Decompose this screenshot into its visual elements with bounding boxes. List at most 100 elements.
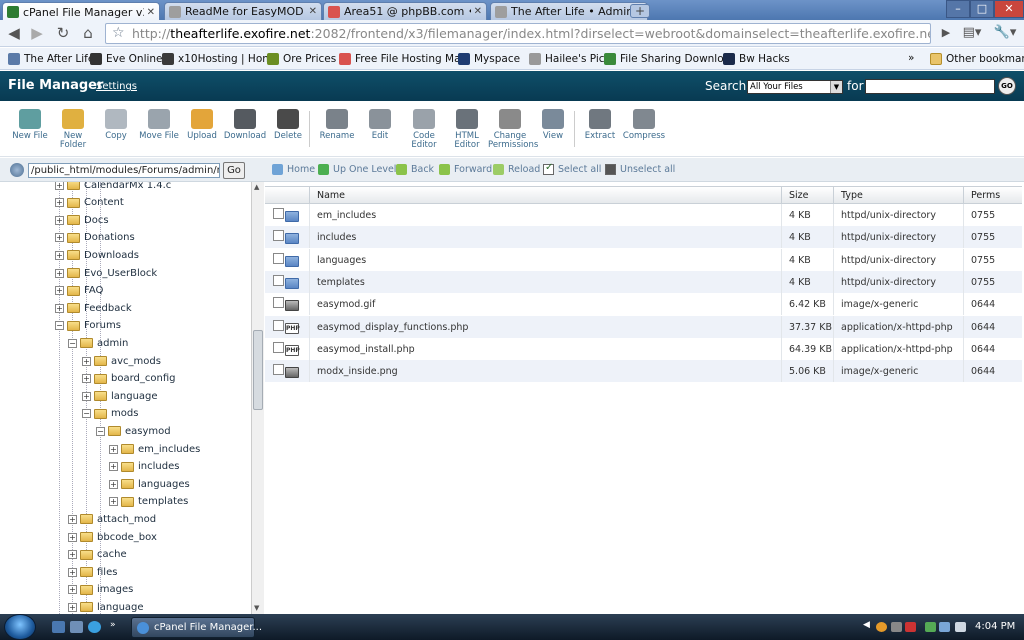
table-row[interactable]: includes 4 KB httpd/unix-directory 0755 — [265, 226, 1022, 249]
column-size[interactable]: Size — [789, 190, 809, 201]
bookmark-item[interactable]: File Sharing Downlo... — [604, 51, 733, 67]
expand-icon[interactable]: + — [109, 462, 118, 472]
new-folder-button[interactable]: New Folder — [51, 109, 95, 150]
expand-icon[interactable]: + — [55, 215, 64, 225]
close-tab-icon[interactable]: ✕ — [474, 6, 482, 17]
expand-icon[interactable]: + — [82, 391, 91, 401]
bookmark-item[interactable]: Myspace — [458, 51, 520, 67]
column-type[interactable]: Type — [841, 190, 863, 201]
row-checkbox[interactable] — [273, 252, 284, 264]
file-name[interactable]: templates — [317, 277, 365, 288]
tree-scrollbar[interactable]: ▲ ▼ — [251, 182, 264, 614]
bookmark-item[interactable]: Ore Prices — [267, 51, 336, 67]
tree-node[interactable]: + Feedback — [55, 301, 132, 315]
tab-1[interactable]: cPanel File Manager v3 ✕ — [2, 2, 160, 21]
internet-explorer-icon[interactable] — [88, 621, 101, 633]
path-input[interactable]: /public_html/modules/Forums/admin/mo — [28, 163, 220, 178]
row-checkbox[interactable] — [273, 208, 284, 219]
start-button[interactable] — [4, 614, 36, 640]
tree-node[interactable]: + images — [68, 583, 133, 597]
change-permissions-button[interactable]: Change Permissions — [488, 109, 538, 150]
table-row[interactable]: PHP easymod_display_functions.php 37.37 KB… — [265, 315, 1022, 338]
file-name[interactable]: modx_inside.png — [317, 366, 398, 377]
tab-2[interactable]: ReadMe for EasyMOD ✕ — [164, 2, 322, 20]
tree-node[interactable]: + Downloads — [55, 248, 139, 262]
column-name[interactable]: Name — [317, 190, 345, 201]
tree-node[interactable]: + avc_mods — [82, 354, 161, 368]
tree-scroll-thumb[interactable] — [253, 330, 263, 410]
download-button[interactable]: Download — [223, 109, 267, 141]
expand-icon[interactable]: + — [55, 198, 64, 208]
bookmarks-overflow-icon[interactable]: » — [908, 50, 914, 66]
tree-node[interactable]: + bbcode_box — [68, 530, 157, 544]
expand-icon[interactable]: + — [68, 550, 77, 560]
expand-icon[interactable]: + — [68, 514, 77, 524]
expand-icon[interactable]: + — [82, 374, 91, 384]
expand-icon[interactable]: + — [68, 585, 77, 595]
bookmark-item[interactable]: Eve Online — [90, 51, 163, 67]
bookmark-star-icon[interactable]: ☆ — [112, 24, 125, 43]
row-checkbox[interactable] — [273, 341, 284, 353]
maximize-icon[interactable]: □ — [970, 0, 994, 18]
home-icon[interactable]: ⌂ — [78, 24, 98, 43]
file-name[interactable]: easymod_display_functions.php — [317, 322, 468, 333]
tree-node[interactable]: + language — [68, 600, 144, 614]
file-name[interactable]: em_includes — [317, 210, 376, 221]
expand-icon[interactable]: + — [109, 497, 118, 507]
taskbar-item-chrome[interactable]: cPanel File Manager... — [131, 617, 262, 638]
expand-icon[interactable]: + — [55, 233, 64, 243]
column-perms[interactable]: Perms — [971, 190, 1000, 201]
expand-icon[interactable]: + — [109, 444, 118, 454]
file-name[interactable]: easymod.gif — [317, 299, 375, 310]
unselect-all-button[interactable]: Unselect all — [605, 164, 675, 175]
delete-button[interactable]: Delete — [266, 109, 310, 141]
file-name[interactable]: easymod_install.php — [317, 344, 415, 355]
expand-icon[interactable]: + — [55, 286, 64, 296]
tray-app-icon[interactable] — [905, 622, 916, 632]
other-bookmarks[interactable]: Other bookmarks — [930, 51, 1024, 67]
file-name[interactable]: languages — [317, 255, 366, 266]
back-button[interactable]: Back — [396, 164, 434, 175]
reload-icon[interactable]: ↻ — [53, 24, 73, 43]
tree-node[interactable]: + board_config — [82, 372, 175, 386]
close-tab-icon[interactable]: ✕ — [309, 6, 317, 17]
tree-node[interactable]: + files — [68, 565, 117, 579]
collapse-icon[interactable]: − — [82, 409, 91, 419]
upload-button[interactable]: Upload — [180, 109, 224, 141]
bookmark-item[interactable]: Free File Hosting Ma... — [339, 51, 471, 67]
tree-node[interactable]: + Content — [55, 196, 124, 210]
copy-button[interactable]: Copy — [94, 109, 138, 141]
search-input[interactable] — [865, 79, 995, 94]
bookmark-item[interactable]: x10Hosting | Home — [162, 51, 279, 67]
expand-icon[interactable]: + — [82, 356, 91, 366]
row-checkbox[interactable] — [273, 364, 284, 376]
expand-icon[interactable]: + — [68, 567, 77, 577]
volume-icon[interactable] — [955, 622, 966, 632]
tree-node[interactable]: + Docs — [55, 213, 109, 227]
expand-icon[interactable]: + — [55, 268, 64, 278]
wrench-menu-icon[interactable]: 🔧▾ — [992, 24, 1018, 43]
compress-button[interactable]: Compress — [622, 109, 666, 141]
extract-button[interactable]: Extract — [578, 109, 622, 141]
move-file-button[interactable]: Move File — [137, 109, 181, 141]
expand-icon[interactable]: + — [109, 479, 118, 489]
tray-app-icon[interactable] — [876, 622, 887, 632]
row-checkbox[interactable] — [273, 274, 284, 286]
edit-button[interactable]: Edit — [358, 109, 402, 141]
tree-node[interactable]: + languages — [109, 477, 190, 491]
table-row[interactable]: PHP easymod_install.php 64.39 KB applicatio… — [265, 337, 1022, 360]
tree-node[interactable]: + language — [82, 389, 158, 403]
scroll-down-icon[interactable]: ▼ — [254, 604, 259, 612]
new-file-button[interactable]: New File — [8, 109, 52, 141]
close-icon[interactable]: ✕ — [994, 0, 1024, 18]
tree-node[interactable]: + attach_mod — [68, 512, 156, 526]
expand-icon[interactable]: + — [68, 532, 77, 542]
minimize-icon[interactable]: – — [946, 0, 970, 18]
row-checkbox[interactable] — [273, 319, 284, 331]
new-tab-button[interactable]: + — [630, 4, 650, 18]
tab-3[interactable]: Area51 @ phpBB.com • P...✕ — [323, 2, 487, 20]
collapse-icon[interactable]: − — [55, 321, 64, 331]
expand-icon[interactable]: + — [68, 602, 77, 612]
tab-4[interactable]: The After Life • Administ...✕ — [490, 2, 648, 20]
settings-link[interactable]: Settings — [96, 81, 137, 92]
